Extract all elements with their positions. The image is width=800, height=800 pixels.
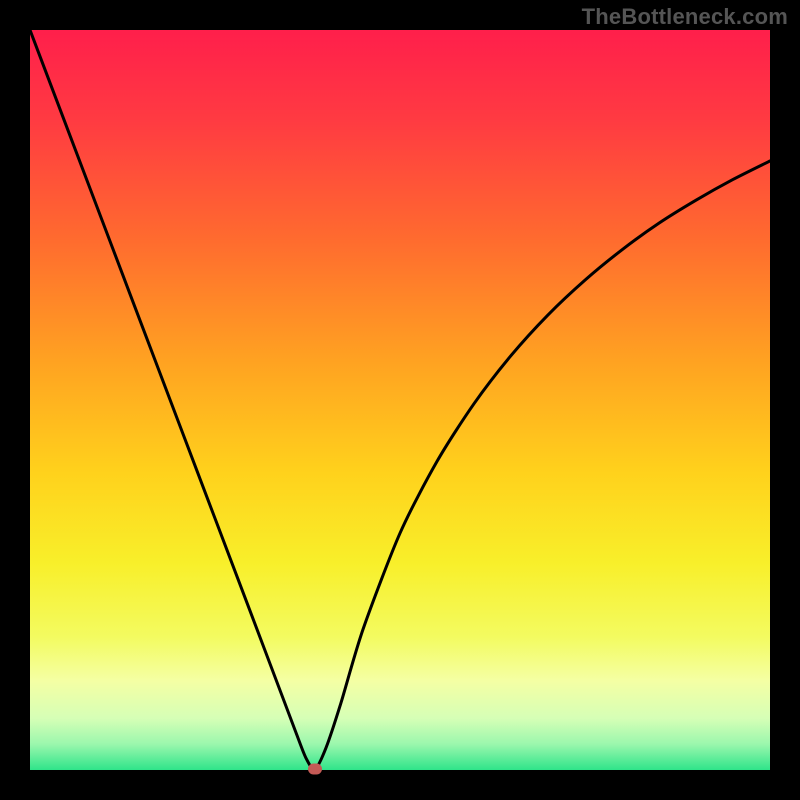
optimum-marker-icon [308, 764, 322, 775]
watermark-text: TheBottleneck.com [582, 4, 788, 30]
chart-container: TheBottleneck.com [0, 0, 800, 800]
plot-area [30, 30, 770, 770]
bottleneck-curve [30, 30, 770, 770]
